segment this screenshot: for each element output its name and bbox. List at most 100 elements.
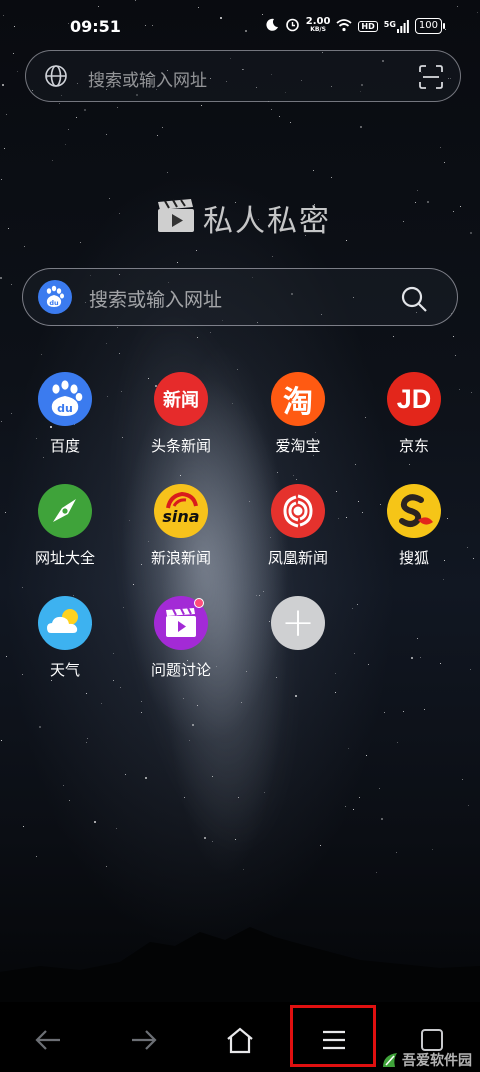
star xyxy=(123,607,124,608)
star xyxy=(403,711,404,712)
sina-icon-text: sina xyxy=(162,507,199,526)
star xyxy=(397,742,398,743)
shortcut-baidu[interactable]: du 百度 xyxy=(15,372,115,456)
star xyxy=(13,53,14,54)
star xyxy=(354,653,355,654)
star xyxy=(204,837,206,839)
app-logo: 私人私密 xyxy=(157,196,331,240)
star xyxy=(84,109,86,111)
shortcut-url-directory[interactable]: 网址大全 xyxy=(15,484,115,568)
star xyxy=(192,724,194,726)
star xyxy=(196,250,197,251)
star xyxy=(52,160,53,161)
shortcut-label: 百度 xyxy=(49,437,80,455)
scan-icon[interactable] xyxy=(418,64,444,94)
star xyxy=(460,206,461,207)
star xyxy=(17,71,18,72)
star xyxy=(122,437,123,438)
shortcut-phoenix-news[interactable]: 凤凰新闻 xyxy=(248,484,348,568)
star xyxy=(119,353,120,354)
star xyxy=(106,343,107,344)
home-button[interactable] xyxy=(222,1022,258,1058)
star xyxy=(133,584,134,585)
star xyxy=(473,558,474,559)
star xyxy=(424,709,425,710)
shortcut-jd[interactable]: JD 京东 xyxy=(364,372,464,456)
address-bar[interactable]: 搜索或输入网址 xyxy=(25,50,461,102)
back-button[interactable] xyxy=(30,1022,66,1058)
shortcut-taobao[interactable]: 淘 爱淘宝 xyxy=(248,372,348,456)
star xyxy=(212,776,213,777)
shortcut-weather[interactable]: 天气 xyxy=(15,596,115,680)
search-icon[interactable] xyxy=(399,284,429,318)
star xyxy=(384,712,385,713)
star xyxy=(141,712,142,713)
star xyxy=(376,872,377,873)
baidu-icon-text: du xyxy=(57,402,73,415)
star xyxy=(279,116,280,117)
star xyxy=(1,179,2,180)
star xyxy=(427,201,429,203)
star xyxy=(189,740,190,741)
star xyxy=(94,821,96,823)
star xyxy=(276,677,277,678)
net-speed-unit: KB/S xyxy=(310,26,326,33)
add-shortcut-button[interactable]: + xyxy=(248,596,348,650)
main-search-placeholder: 搜索或输入网址 xyxy=(89,289,223,311)
star xyxy=(313,170,314,171)
star xyxy=(201,105,202,106)
home-icon xyxy=(227,1027,253,1054)
star xyxy=(5,512,6,513)
star xyxy=(455,355,456,356)
search-engine-icon[interactable]: du xyxy=(38,280,72,314)
add-icon: + xyxy=(271,596,325,650)
star xyxy=(145,777,147,779)
star xyxy=(212,841,213,842)
jd-icon-text: JD xyxy=(396,383,432,414)
star xyxy=(263,591,264,592)
shortcut-discussion[interactable]: 问题讨论 xyxy=(131,596,231,680)
weather-icon xyxy=(38,596,92,650)
star xyxy=(348,748,349,749)
status-icons: 2.00 KB/S HD 5G 100 xyxy=(265,17,446,35)
news-icon: 新闻 xyxy=(154,372,208,426)
star xyxy=(462,779,463,780)
star xyxy=(271,109,272,110)
star xyxy=(141,701,142,702)
star xyxy=(119,213,120,214)
star xyxy=(106,134,107,135)
menu-highlight-annotation xyxy=(290,1005,376,1067)
forward-button[interactable] xyxy=(126,1022,162,1058)
shortcut-toutiao-news[interactable]: 新闻 头条新闻 xyxy=(131,372,231,456)
star xyxy=(87,738,88,739)
star xyxy=(470,669,471,670)
star xyxy=(180,475,181,476)
notification-dot xyxy=(194,598,204,608)
taobao-icon: 淘 xyxy=(271,372,325,426)
star xyxy=(420,657,421,658)
star xyxy=(86,742,87,743)
shortcut-label: 问题讨论 xyxy=(150,661,211,679)
shortcut-sohu[interactable]: 搜狐 xyxy=(364,484,464,568)
star xyxy=(468,805,469,806)
star xyxy=(210,332,211,333)
star xyxy=(355,464,356,465)
news-icon-text: 新闻 xyxy=(163,390,199,411)
star xyxy=(68,129,69,130)
star xyxy=(0,277,2,279)
main-search-bar[interactable]: du 搜索或输入网址 xyxy=(22,268,458,326)
star xyxy=(80,242,81,243)
shortcut-label: 头条新闻 xyxy=(150,437,211,455)
net-speed: 2.00 KB/S xyxy=(306,17,331,34)
star xyxy=(335,692,336,693)
star xyxy=(432,849,433,850)
star xyxy=(116,828,117,829)
star xyxy=(295,695,297,697)
star xyxy=(36,856,37,857)
star xyxy=(241,702,242,703)
star xyxy=(43,457,44,458)
star xyxy=(2,84,4,86)
star xyxy=(357,604,358,605)
star xyxy=(167,172,168,173)
shortcut-sina-news[interactable]: sina 新浪新闻 xyxy=(131,484,231,568)
